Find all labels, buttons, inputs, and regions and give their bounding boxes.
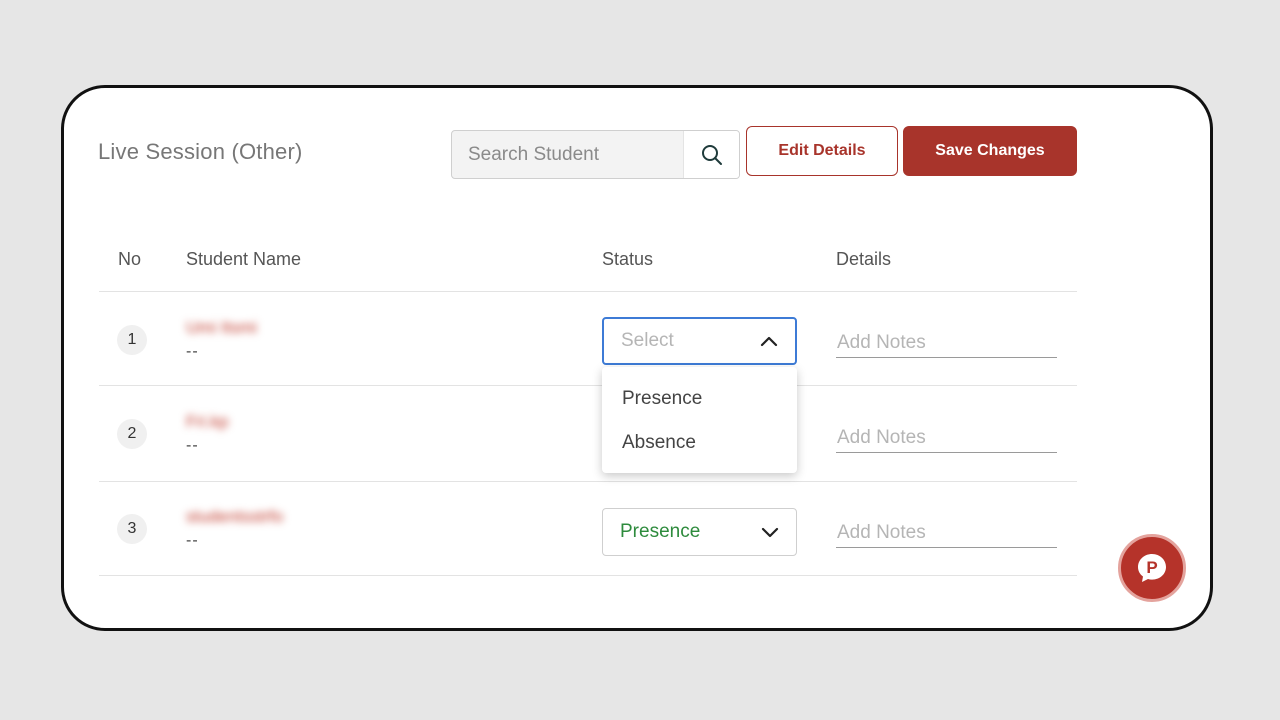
column-header-student-name: Student Name <box>186 249 302 269</box>
student-name: Fri.kp <box>186 412 229 431</box>
page-title: Live Session (Other) <box>98 139 303 164</box>
chevron-down-icon <box>761 527 779 538</box>
dropdown-option-absence[interactable]: Absence <box>602 421 797 465</box>
status-select-placeholder: Select <box>621 330 674 351</box>
student-subtext: -- <box>186 437 199 454</box>
dropdown-option-presence[interactable]: Presence <box>602 377 797 421</box>
column-header-details: Details <box>836 249 892 269</box>
student-name: studentsstrfo <box>186 507 284 526</box>
edit-details-button[interactable]: Edit Details <box>746 126 898 176</box>
row-number-badge: 3 <box>117 514 147 544</box>
column-header-no: No <box>118 249 142 269</box>
student-subtext: -- <box>186 532 199 549</box>
chat-button[interactable]: P <box>1118 534 1186 602</box>
search-box <box>451 130 740 179</box>
svg-text:P: P <box>1146 558 1157 577</box>
status-select-value: Presence <box>620 521 701 542</box>
table-divider <box>99 291 1077 292</box>
column-header-status: Status <box>602 249 654 269</box>
table-divider <box>99 385 1077 386</box>
save-changes-button[interactable]: Save Changes <box>903 126 1077 176</box>
notes-field[interactable] <box>836 518 1057 548</box>
status-dropdown-menu: Presence Absence <box>602 367 797 473</box>
row-number-badge: 2 <box>117 419 147 449</box>
table-divider <box>99 481 1077 482</box>
search-button[interactable] <box>683 131 739 178</box>
search-input[interactable] <box>452 131 684 178</box>
student-name: Umi Itsmi <box>186 318 257 337</box>
chevron-up-icon <box>760 336 778 347</box>
status-select[interactable]: Select <box>602 317 797 365</box>
table-divider <box>99 575 1077 576</box>
status-select[interactable]: Presence <box>602 508 797 556</box>
search-icon <box>701 144 722 165</box>
notes-field[interactable] <box>836 423 1057 453</box>
student-subtext: -- <box>186 343 199 360</box>
chat-logo-icon: P <box>1138 554 1166 582</box>
notes-field[interactable] <box>836 328 1057 358</box>
row-number-badge: 1 <box>117 325 147 355</box>
